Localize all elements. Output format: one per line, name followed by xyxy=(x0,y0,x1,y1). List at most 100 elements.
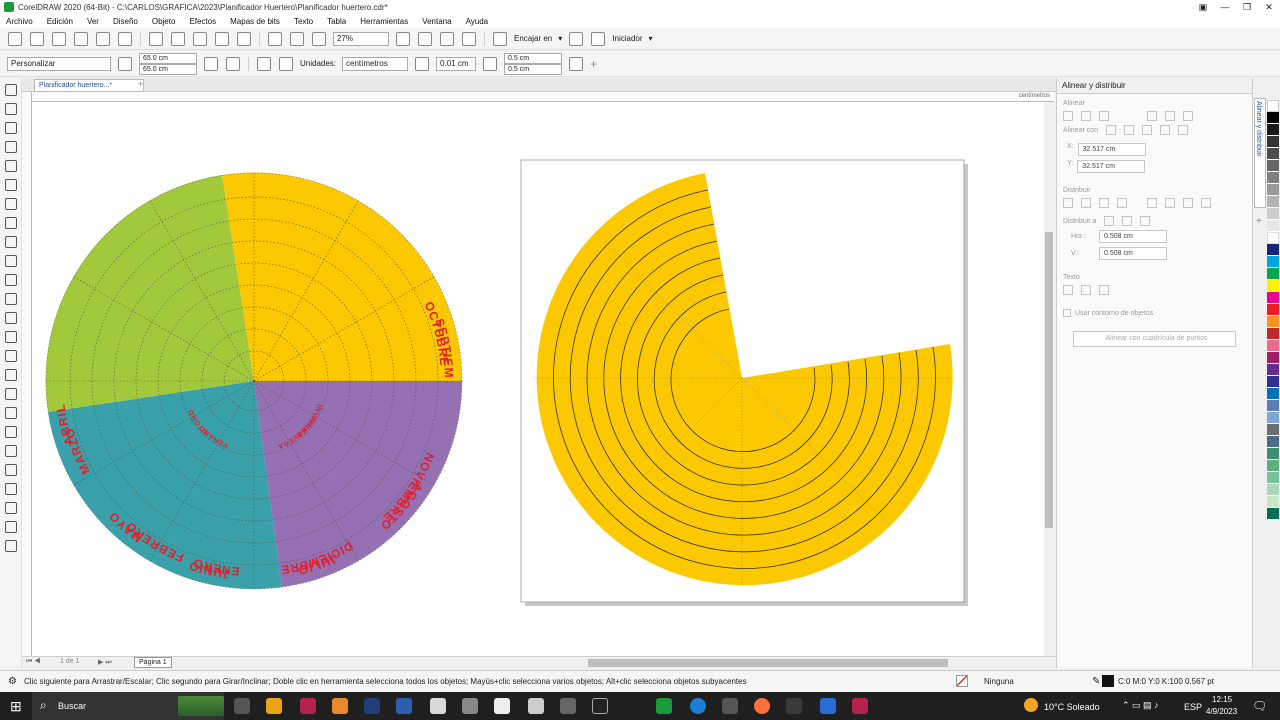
swatch-mint[interactable] xyxy=(1267,460,1279,472)
align-top-icon[interactable] xyxy=(1147,111,1157,121)
menu-efectos[interactable]: Efectos xyxy=(189,17,216,26)
align-right-icon[interactable] xyxy=(1099,111,1109,121)
illustrator-icon[interactable] xyxy=(332,698,348,714)
align-to-dot-grid-button[interactable]: Alinear con cuadrícula de puntos xyxy=(1073,331,1236,347)
h-spacing-input[interactable]: 0.508 cm xyxy=(1099,230,1167,243)
nudge-distance-input[interactable]: 0.01 cm xyxy=(436,56,477,71)
show-guidelines-icon[interactable] xyxy=(462,31,476,46)
firefox-icon[interactable] xyxy=(754,698,770,714)
file-explorer-icon[interactable] xyxy=(266,698,282,714)
zoom-tool-icon[interactable] xyxy=(5,464,17,476)
swatch-gray-40[interactable] xyxy=(1267,184,1279,196)
gear-icon[interactable] xyxy=(569,31,584,46)
minimize-button[interactable]: — xyxy=(1214,0,1236,14)
export-icon[interactable] xyxy=(290,31,304,46)
swatch-white[interactable] xyxy=(1267,232,1279,244)
indesign-icon[interactable] xyxy=(300,698,316,714)
distribute-spacing-set-icon[interactable] xyxy=(1140,216,1151,226)
weather-text[interactable]: 10°C Soleado xyxy=(1044,702,1100,712)
pan-tool-icon[interactable] xyxy=(5,483,17,495)
page-nav-arrows[interactable]: ⏮ ◀ xyxy=(26,658,41,666)
new-document-icon[interactable] xyxy=(8,31,22,46)
horizontal-ruler[interactable]: centímetros xyxy=(32,92,1054,102)
language-indicator[interactable]: ESP xyxy=(1184,702,1202,712)
close-button[interactable]: ✕ xyxy=(1258,0,1280,14)
notification-icon[interactable]: 🗨 xyxy=(1252,699,1267,713)
swatch-gray-60[interactable] xyxy=(1267,160,1279,172)
swatch-black[interactable] xyxy=(1267,112,1279,124)
page-width-input[interactable]: 65.0 cm xyxy=(139,52,197,64)
swatch-dark-red[interactable] xyxy=(1267,328,1279,340)
units-select[interactable]: centímetros xyxy=(342,56,409,71)
drawing-canvas[interactable]: ENERO FEBRERO MARZO ABRIL MAYO JUNIO JUL… xyxy=(32,102,1044,671)
smart-fill-icon[interactable] xyxy=(5,502,17,514)
menu-texto[interactable]: Texto xyxy=(294,17,313,26)
swatch-orange[interactable] xyxy=(1267,316,1279,328)
swatch-navy[interactable] xyxy=(1267,244,1279,256)
new-tab-icon[interactable]: + xyxy=(138,79,143,89)
photoshop-icon[interactable] xyxy=(364,698,380,714)
swatch-jade[interactable] xyxy=(1267,448,1279,460)
freehand-tool-icon[interactable] xyxy=(5,141,17,153)
tray-icons[interactable]: ⌃ ▭ ▤ ♪ xyxy=(1122,700,1159,711)
add-icon[interactable]: + xyxy=(590,57,597,71)
swatch-blue[interactable] xyxy=(1267,388,1279,400)
mesh-fill-icon[interactable] xyxy=(5,426,17,438)
page-preset-select[interactable]: Personalizar xyxy=(7,56,111,71)
shadow-tool-icon[interactable] xyxy=(5,312,17,324)
page-center-icon[interactable] xyxy=(1142,125,1153,135)
notepad-icon[interactable] xyxy=(430,698,446,714)
align-left-icon[interactable] xyxy=(1063,111,1073,121)
page-nav-arrows-end[interactable]: ▶ ⏭ xyxy=(98,658,112,667)
page-edge-icon[interactable] xyxy=(1124,125,1135,135)
save-icon[interactable] xyxy=(52,31,66,46)
menu-archivo[interactable]: Archivo xyxy=(6,17,33,26)
interactive-fill-icon[interactable] xyxy=(5,388,17,400)
swatch-pink[interactable] xyxy=(1267,340,1279,352)
import-icon[interactable] xyxy=(268,31,282,46)
menu-objeto[interactable]: Objeto xyxy=(152,17,176,26)
swatch-slate[interactable] xyxy=(1267,424,1279,436)
use-outline-checkbox[interactable] xyxy=(1063,309,1071,317)
page-height-input[interactable]: 65.0 cm xyxy=(139,63,197,75)
swatch-gray-20[interactable] xyxy=(1267,208,1279,220)
distribute-vspacing-icon[interactable] xyxy=(1201,198,1211,208)
app-icon[interactable] xyxy=(820,698,836,714)
specified-point-icon[interactable] xyxy=(1178,125,1189,135)
photos-icon[interactable] xyxy=(786,698,802,714)
word-icon[interactable] xyxy=(396,698,412,714)
scroll-thumb[interactable] xyxy=(1045,232,1053,528)
chevron-down-icon[interactable]: ▾ xyxy=(649,34,653,43)
distribute-center-icon[interactable] xyxy=(1081,198,1091,208)
horizontal-scroll-thumb[interactable] xyxy=(588,659,948,667)
chevron-down-icon[interactable]: ▾ xyxy=(558,34,562,43)
upload-cloud-icon[interactable] xyxy=(74,31,88,46)
text-first-line-icon[interactable] xyxy=(1081,285,1091,295)
restore-button[interactable]: ❐ xyxy=(1236,0,1258,14)
show-rulers-icon[interactable] xyxy=(418,31,432,46)
dup-y-input[interactable]: 0.5 cm xyxy=(504,63,563,75)
paste-icon[interactable] xyxy=(193,31,207,46)
swatch-yellow[interactable] xyxy=(1267,280,1279,292)
search-box[interactable]: ⌕ Buscar xyxy=(32,692,224,720)
eyedropper-tool-icon[interactable] xyxy=(5,369,17,381)
align-y-input[interactable]: 32.517 cm xyxy=(1077,160,1146,173)
ellipse-tool-icon[interactable] xyxy=(5,198,17,210)
distribute-left-icon[interactable] xyxy=(1063,198,1073,208)
menu-ventana[interactable]: Ventana xyxy=(422,17,451,26)
swatch-gray-90[interactable] xyxy=(1267,124,1279,136)
publish-pdf-icon[interactable] xyxy=(312,31,326,46)
launch-dropdown[interactable]: Iniciador xyxy=(612,34,642,43)
vertical-ruler[interactable] xyxy=(22,92,32,658)
swatch-denim[interactable] xyxy=(1267,436,1279,448)
swatch-purple[interactable] xyxy=(1267,364,1279,376)
parallel-dimension-icon[interactable] xyxy=(5,236,17,248)
swatch-gray-10[interactable] xyxy=(1267,220,1279,232)
swatch-gray-30[interactable] xyxy=(1267,196,1279,208)
crop-tool-icon[interactable] xyxy=(5,122,17,134)
menu-edicion[interactable]: Edición xyxy=(47,17,73,26)
clock-date[interactable]: 4/9/2023 xyxy=(1206,707,1237,716)
landscape-icon[interactable] xyxy=(226,56,240,71)
align-center-h-icon[interactable] xyxy=(1081,111,1091,121)
fill-none-icon[interactable] xyxy=(956,675,968,687)
